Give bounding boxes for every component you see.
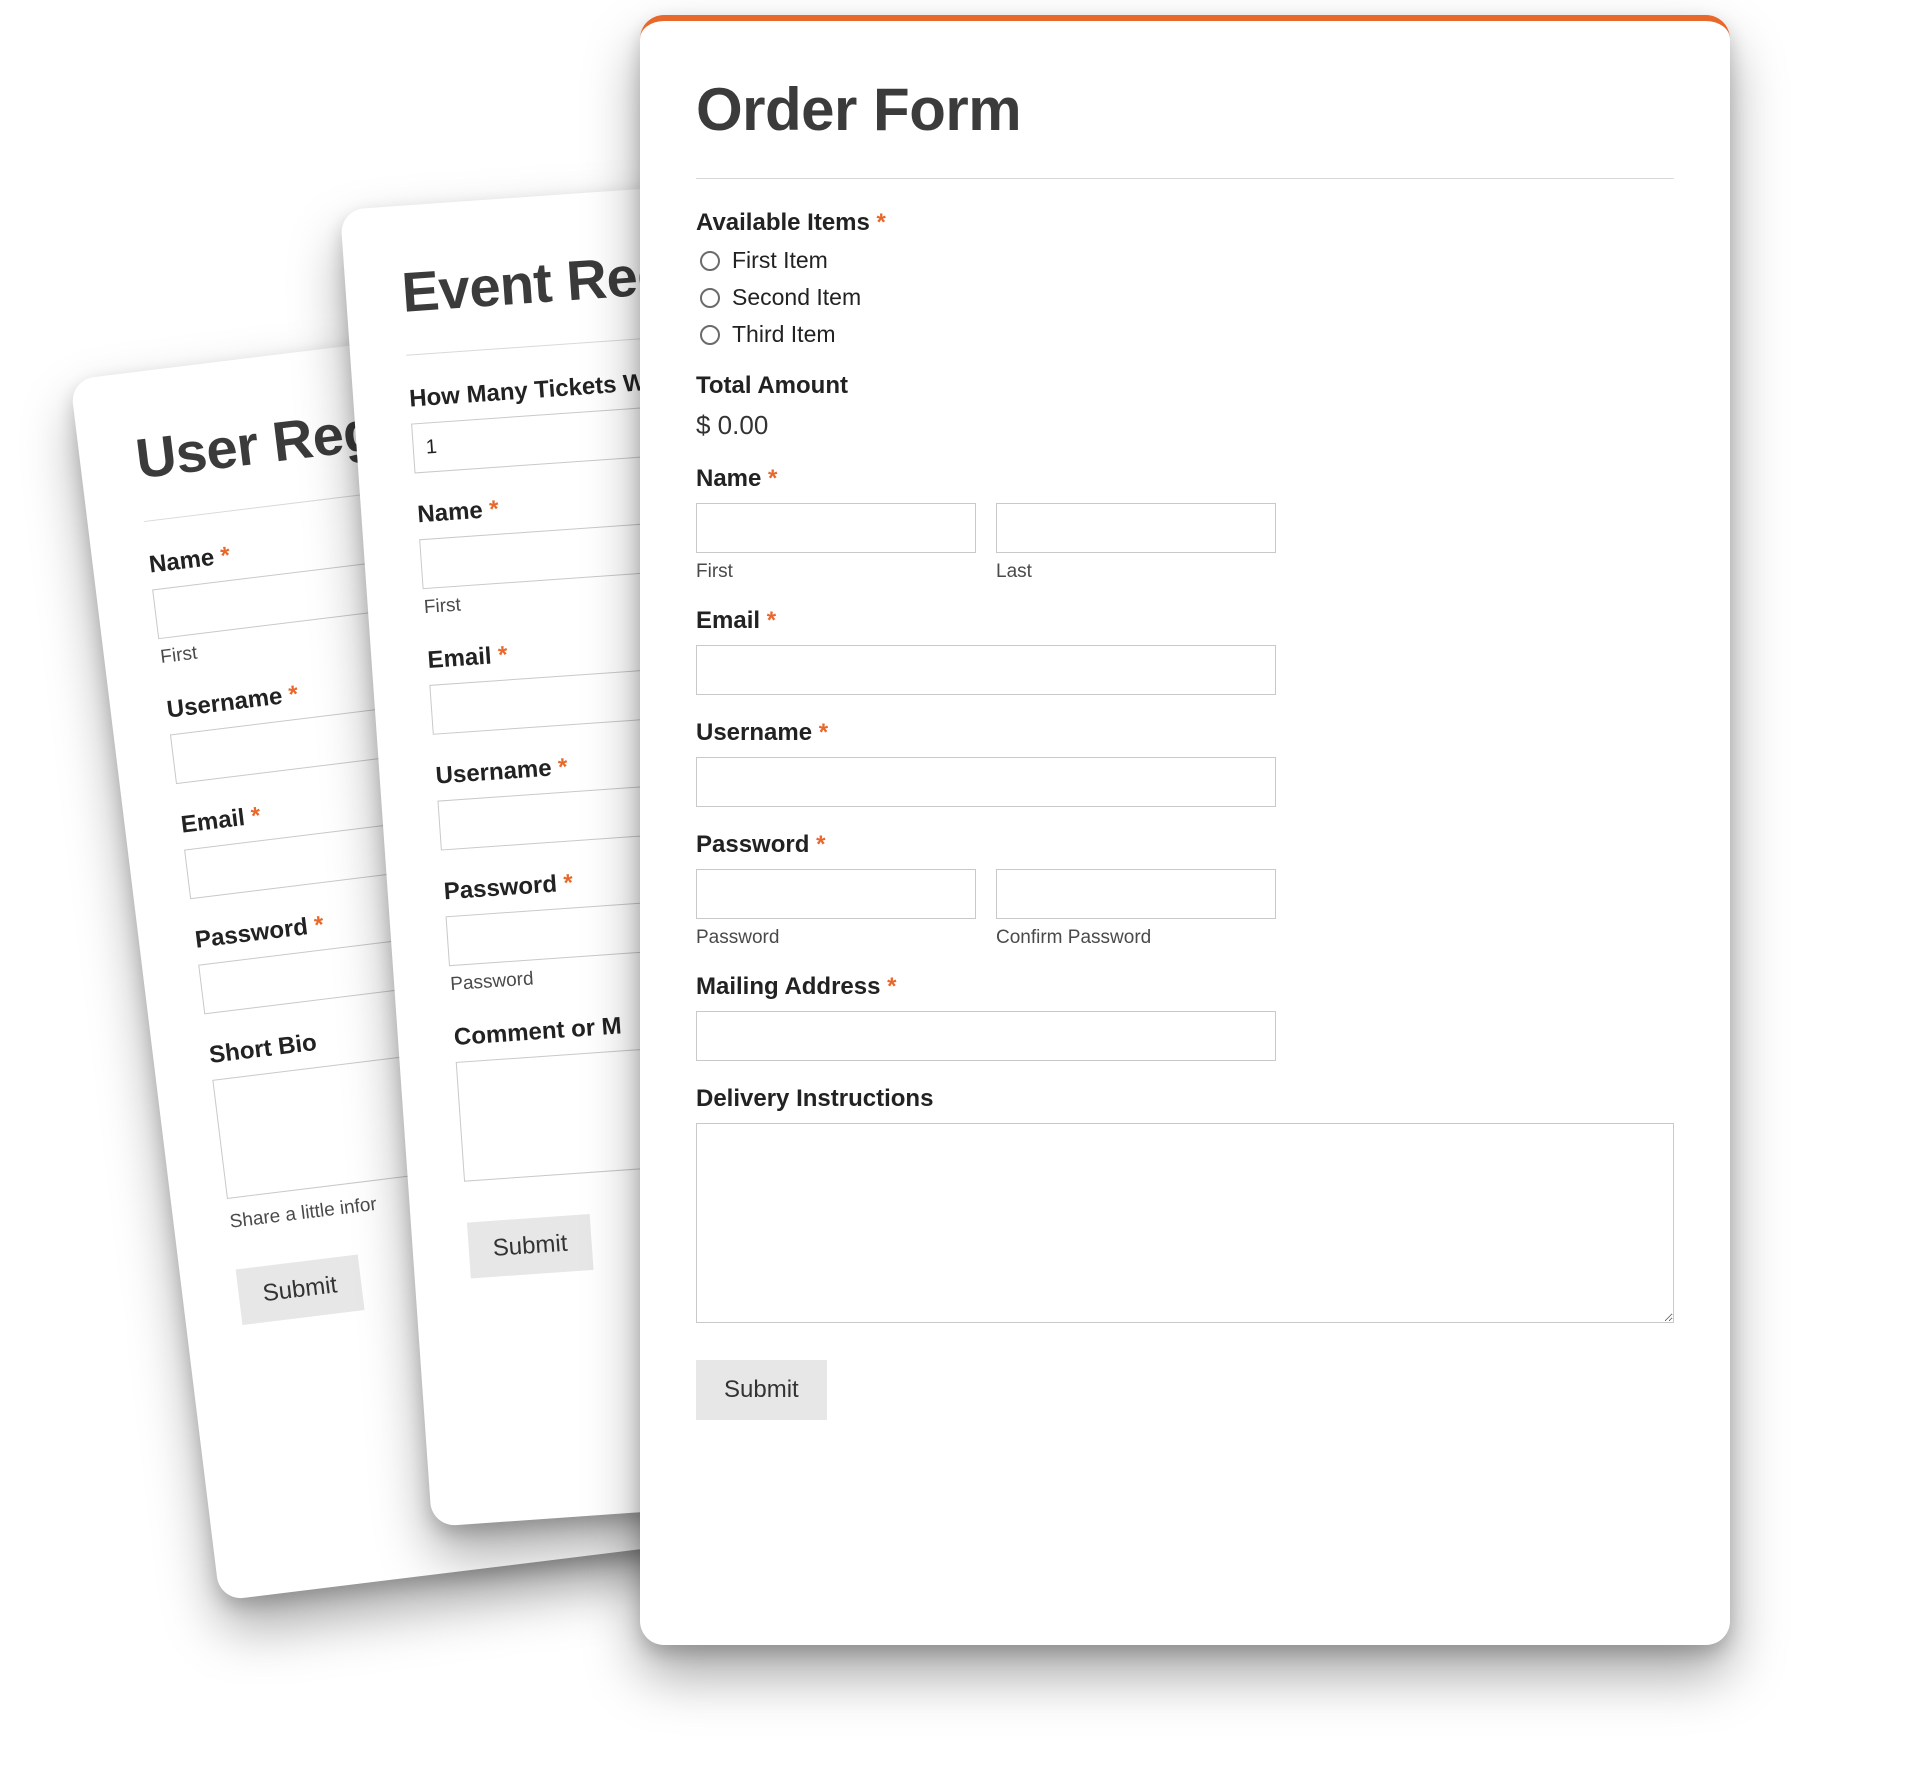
field-delivery-instructions: Delivery Instructions xyxy=(696,1085,1674,1328)
last-name-input[interactable] xyxy=(996,503,1276,553)
confirm-password-input[interactable] xyxy=(996,869,1276,919)
radio-icon xyxy=(700,288,720,308)
required-mark: * xyxy=(563,869,574,897)
label-delivery-instructions: Delivery Instructions xyxy=(696,1085,1674,1113)
delivery-instructions-textarea[interactable] xyxy=(696,1123,1674,1323)
label-password: Password * xyxy=(696,831,1674,859)
required-mark: * xyxy=(313,911,326,939)
total-amount-value: $ 0.00 xyxy=(696,410,1674,441)
required-mark: * xyxy=(497,641,508,669)
sub-password: Password xyxy=(696,927,976,949)
required-mark: * xyxy=(819,719,828,746)
required-mark: * xyxy=(488,496,499,524)
field-username: Username * xyxy=(696,719,1674,807)
required-mark: * xyxy=(287,681,300,709)
field-available-items: Available Items * First Item Second Item… xyxy=(696,209,1674,348)
divider xyxy=(696,178,1674,179)
first-name-input[interactable] xyxy=(696,503,976,553)
radio-icon xyxy=(700,325,720,345)
required-mark: * xyxy=(219,542,232,570)
sub-confirm-password: Confirm Password xyxy=(996,927,1276,949)
label-total-amount: Total Amount xyxy=(696,372,1674,400)
field-mailing-address: Mailing Address * xyxy=(696,973,1674,1061)
radio-label: First Item xyxy=(732,247,828,274)
email-input[interactable] xyxy=(696,645,1276,695)
label-username: Username * xyxy=(696,719,1674,747)
required-mark: * xyxy=(816,831,825,858)
radio-option-second-item[interactable]: Second Item xyxy=(700,284,1674,311)
mailing-address-input[interactable] xyxy=(696,1011,1276,1061)
submit-button[interactable]: Submit xyxy=(467,1214,593,1278)
field-email: Email * xyxy=(696,607,1674,695)
username-input[interactable] xyxy=(696,757,1276,807)
radio-label: Second Item xyxy=(732,284,861,311)
label-email: Email * xyxy=(696,607,1674,635)
required-mark: * xyxy=(767,607,776,634)
required-mark: * xyxy=(887,973,896,1000)
required-mark: * xyxy=(250,802,263,830)
page-title: Order Form xyxy=(696,75,1674,144)
submit-button[interactable]: Submit xyxy=(236,1254,365,1325)
field-total-amount: Total Amount $ 0.00 xyxy=(696,372,1674,441)
required-mark: * xyxy=(557,754,568,782)
field-name: Name * First Last xyxy=(696,465,1674,583)
radio-label: Third Item xyxy=(732,321,836,348)
radio-icon xyxy=(700,251,720,271)
sub-first: First xyxy=(696,561,976,583)
label-available-items: Available Items * xyxy=(696,209,1674,237)
radio-option-first-item[interactable]: First Item xyxy=(700,247,1674,274)
field-password: Password * Password Confirm Password xyxy=(696,831,1674,949)
required-mark: * xyxy=(877,209,886,236)
radio-option-third-item[interactable]: Third Item xyxy=(700,321,1674,348)
required-mark: * xyxy=(768,465,777,492)
label-name: Name * xyxy=(696,465,1674,493)
label-mailing-address: Mailing Address * xyxy=(696,973,1674,1001)
sub-last: Last xyxy=(996,561,1276,583)
submit-button[interactable]: Submit xyxy=(696,1360,827,1420)
password-input[interactable] xyxy=(696,869,976,919)
card-order-form: Order Form Available Items * First Item … xyxy=(640,15,1730,1645)
